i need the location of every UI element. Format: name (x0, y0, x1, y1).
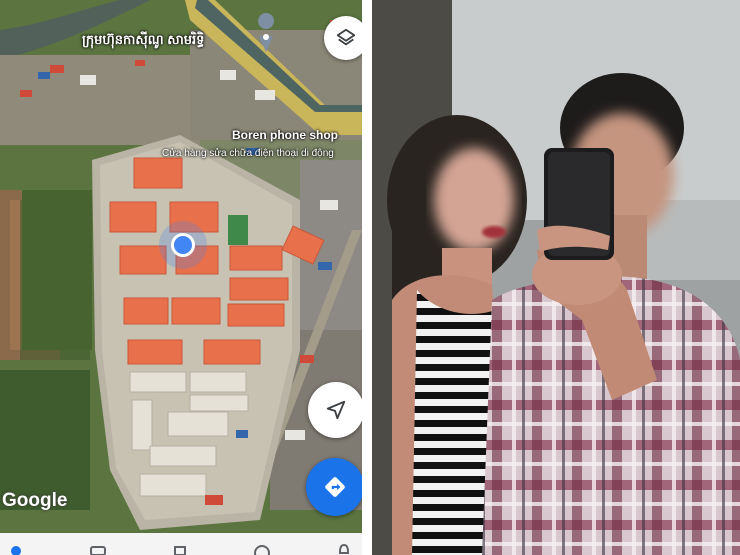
bottom-navigation-bar (0, 533, 362, 555)
mirror-selfie-photo (372, 0, 740, 555)
navigate-arrow-icon (326, 400, 346, 420)
map-view[interactable]: ក្រុមហ៊ុនកាស៊ីណូ សាមរិទ្ធិ Boren phone s… (0, 0, 362, 555)
updates-icon[interactable] (332, 537, 356, 555)
poi-subtitle-label: Cửa hàng sửa chữa điện thoại di động (162, 148, 334, 159)
my-location-dot (171, 233, 195, 257)
satellite-map[interactable] (0, 0, 362, 555)
google-attribution: Google (2, 490, 68, 511)
explore-icon[interactable] (4, 537, 28, 555)
saved-icon[interactable] (168, 537, 192, 555)
layers-button[interactable] (324, 16, 362, 60)
layers-icon (336, 28, 356, 46)
poi-name-label[interactable]: Boren phone shop (232, 128, 338, 142)
commute-icon[interactable] (86, 537, 110, 555)
contribute-icon[interactable] (250, 537, 274, 555)
photo-image (372, 0, 740, 555)
directions-icon (325, 477, 345, 497)
navigate-button[interactable] (308, 382, 362, 438)
directions-button[interactable] (306, 458, 362, 516)
place-label[interactable]: ក្រុមហ៊ុនកាស៊ីណូ សាមរិទ្ធិ (82, 32, 204, 51)
panel-divider (362, 0, 372, 555)
